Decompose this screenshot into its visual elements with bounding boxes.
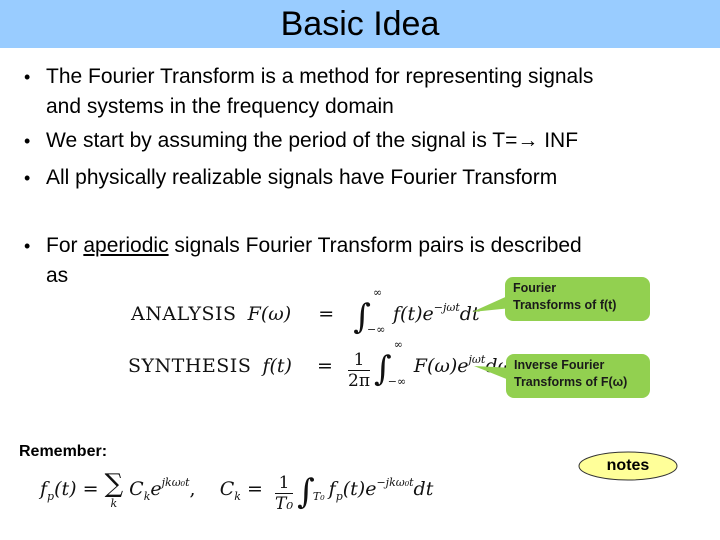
bullet-dot-icon: •	[24, 168, 31, 188]
fs-separator: ,	[189, 478, 214, 500]
fs-exp-base: e	[150, 478, 162, 500]
title-bar: Basic Idea	[0, 0, 720, 48]
callout-line: Transforms of F(ω)	[514, 375, 628, 389]
fraction-denominator: T₀	[275, 494, 294, 514]
analysis-lhs: F(ω)	[247, 303, 292, 325]
synthesis-lhs: f(t)	[262, 355, 292, 377]
integrand: F(ω)e	[413, 355, 469, 377]
callout-line: Inverse Fourier	[514, 358, 605, 372]
exponent: −jωt	[433, 301, 460, 314]
integrand-exponent: −jkω₀t	[376, 476, 414, 489]
arrow-icon: →	[517, 129, 539, 152]
summation: ∑ k	[104, 469, 124, 514]
sum-icon: ∑	[104, 469, 124, 499]
integral-limits: ∞ −∞	[388, 338, 414, 388]
analysis-label: ANALYSIS	[131, 303, 237, 325]
integral-domain: T₀	[312, 489, 325, 503]
bullet-dot-icon: •	[24, 236, 31, 256]
bullet-suffix: signals Fourier Transform pairs is descr…	[168, 234, 582, 257]
synthesis-equation: SYNTHESIS f(t) = 1 2π ∫ ∞ −∞ F(ω)ejωtdω	[128, 338, 513, 391]
equals-sign: =	[317, 355, 333, 377]
callout-analysis: Fourier Transforms of f(t)	[505, 277, 650, 321]
fraction-numerator: 1	[348, 350, 371, 371]
bullet-text: The Fourier Transform is a method for re…	[46, 62, 696, 122]
synthesis-label: SYNTHESIS	[128, 355, 252, 377]
remember-label: Remember:	[19, 443, 108, 460]
lower-limit: −∞	[367, 323, 386, 336]
fraction: 1 T₀	[275, 473, 294, 514]
differential: dt	[413, 478, 434, 500]
equals-sign: =	[318, 303, 335, 325]
integral-limits: ∞ −∞	[367, 286, 393, 336]
bullet-line-tail: INF	[538, 129, 579, 152]
equals-sign: =	[240, 478, 269, 500]
notes-label: notes	[606, 457, 650, 474]
bullet-prefix: For	[46, 234, 84, 257]
integrand: f(t)e	[393, 303, 434, 325]
bullet-line: We start by assuming the period of the s…	[46, 129, 518, 152]
fraction-numerator: 1	[275, 473, 294, 494]
bullet-dot-icon: •	[24, 67, 31, 87]
upper-limit: ∞	[373, 286, 383, 299]
slide-title: Basic Idea	[280, 5, 440, 43]
bullet-line: and systems in the frequency domain	[46, 95, 394, 118]
fourier-series-equation: fp(t) = ∑ k Ckejkω₀t, Ck = 1 T₀ ∫T₀ fp(t)e−j…	[40, 469, 434, 514]
integrand: f	[328, 478, 336, 500]
callout-line: Fourier	[513, 281, 557, 295]
ck-sub: k	[234, 489, 241, 503]
notes-button[interactable]: notes	[578, 451, 678, 481]
bullet-dot-icon: •	[24, 131, 31, 151]
integrand-arg: (t)e	[342, 478, 377, 500]
bullet-text: All physically realizable signals have F…	[46, 166, 558, 189]
callout-synthesis: Inverse Fourier Transforms of F(ω)	[506, 354, 650, 398]
fraction-denominator: 2π	[348, 371, 371, 391]
integrand-sub: p	[335, 489, 343, 503]
fs-lhs: f	[40, 478, 48, 500]
lower-limit: −∞	[387, 375, 407, 388]
underlined-term: aperiodic	[83, 234, 169, 257]
fs-exponent: jkω₀t	[161, 476, 190, 489]
callout-line: Transforms of f(t)	[513, 298, 617, 312]
analysis-equation: ANALYSIS F(ω) = ∫ ∞ −∞ f(t)e−jωtdt	[131, 286, 480, 337]
upper-limit: ∞	[393, 338, 403, 351]
fraction: 1 2π	[348, 350, 371, 391]
bullet-text: We start by assuming the period of the s…	[46, 126, 696, 156]
bullet-line: as	[46, 264, 69, 287]
bullet-line: The Fourier Transform is a method for re…	[46, 65, 594, 88]
fs-lhs-arg: (t) =	[54, 478, 105, 500]
fs-coef: C	[129, 478, 144, 500]
ck-lhs: C	[219, 478, 235, 500]
